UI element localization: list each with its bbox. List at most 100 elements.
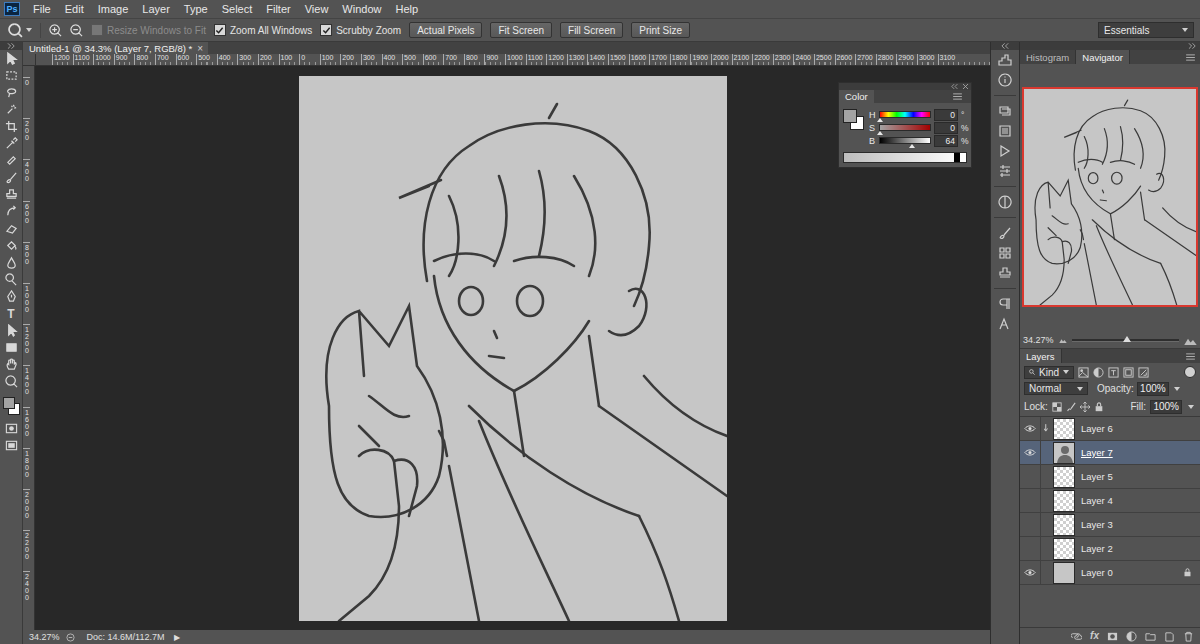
vertical-ruler[interactable]: 0200400600800100012001400160018002000220… <box>23 66 35 630</box>
panel-tab[interactable]: Navigator <box>1076 50 1130 64</box>
workspace-dropdown[interactable]: Essentials <box>1098 22 1194 38</box>
visibility-toggle[interactable] <box>1020 441 1041 464</box>
checkbox[interactable] <box>320 24 332 36</box>
tool-button[interactable] <box>0 356 22 373</box>
option-button[interactable]: Fit Screen <box>490 22 552 38</box>
visibility-toggle[interactable] <box>1020 465 1041 488</box>
channel-value-field[interactable]: 0 <box>934 109 958 121</box>
color-slider[interactable] <box>879 137 931 144</box>
tool-button[interactable] <box>0 118 22 135</box>
panel-button[interactable] <box>991 294 1019 314</box>
menu-item[interactable]: Image <box>91 3 136 15</box>
layer-name[interactable]: Layer 2 <box>1081 543 1113 554</box>
zoom-level[interactable]: 34.27% <box>29 632 60 642</box>
panel-button[interactable] <box>991 50 1019 70</box>
panel-menu-icon[interactable] <box>1186 353 1195 360</box>
zoom-out-icon[interactable] <box>70 24 83 37</box>
layer-row[interactable]: Layer 4 <box>1020 489 1200 513</box>
collapse-icon[interactable] <box>951 84 959 89</box>
panel-button[interactable] <box>991 141 1019 161</box>
layer-row[interactable]: Layer 5 <box>1020 465 1200 489</box>
panel-button[interactable] <box>991 314 1019 334</box>
panel-button[interactable] <box>991 121 1019 141</box>
horizontal-ruler[interactable]: 1200110010009008007006005004003002001000… <box>36 54 990 65</box>
opacity-slider-button[interactable] <box>1172 387 1182 391</box>
tool-button[interactable] <box>0 50 22 67</box>
document-tab[interactable]: Untitled-1 @ 34.3% (Layer 7, RGB/8) *× <box>23 42 208 54</box>
color-swatches[interactable] <box>0 394 22 418</box>
smart-object-filter-icon[interactable] <box>1138 367 1149 378</box>
layer-name[interactable]: Layer 7 <box>1081 447 1113 458</box>
panel-tab[interactable]: Layers <box>1020 349 1062 363</box>
tool-button[interactable] <box>0 373 22 390</box>
tool-button[interactable] <box>0 271 22 288</box>
lock-position-icon[interactable] <box>1080 402 1090 412</box>
tool-button[interactable] <box>0 186 22 203</box>
checkbox-option[interactable]: Zoom All Windows <box>214 24 312 36</box>
lock-pixels-icon[interactable] <box>1066 402 1076 412</box>
panel-button[interactable] <box>991 263 1019 283</box>
trash-icon[interactable] <box>1183 631 1194 642</box>
tool-button[interactable] <box>0 237 22 254</box>
new-layer-icon[interactable] <box>1164 631 1175 642</box>
navigator-preview[interactable] <box>1022 87 1198 307</box>
layer-row[interactable]: Layer 7 <box>1020 441 1200 465</box>
layer-row[interactable]: Layer 2 <box>1020 537 1200 561</box>
pixel-filter-icon[interactable] <box>1078 367 1089 378</box>
slider-thumb[interactable] <box>877 118 883 122</box>
panel-collapse-bar[interactable] <box>0 42 22 50</box>
layer-thumbnail[interactable] <box>1053 538 1075 560</box>
checkbox[interactable] <box>214 24 226 36</box>
layer-thumbnail[interactable] <box>1053 418 1075 440</box>
tool-button[interactable] <box>0 322 22 339</box>
color-slider[interactable] <box>879 124 931 131</box>
panel-button[interactable] <box>991 223 1019 243</box>
layer-row[interactable]: Layer 6 <box>1020 417 1200 441</box>
opacity-field[interactable]: 100% <box>1137 382 1169 396</box>
mask-icon[interactable] <box>1107 631 1118 642</box>
fill-field[interactable]: 100% <box>1150 400 1182 414</box>
zoom-field[interactable]: 34.27% <box>1023 335 1054 345</box>
color-ramp[interactable] <box>843 152 967 163</box>
color-tab[interactable]: Color <box>839 90 874 103</box>
canvas-area[interactable]: ColorH0°S0%B64% <box>35 66 990 630</box>
tool-button[interactable] <box>0 152 22 169</box>
channel-value-field[interactable]: 0 <box>934 122 958 134</box>
tool-preset-picker[interactable] <box>8 23 41 38</box>
layer-name[interactable]: Layer 3 <box>1081 519 1113 530</box>
status-menu-button[interactable]: ▶ <box>174 633 180 642</box>
tool-button[interactable] <box>0 288 22 305</box>
layer-thumbnail[interactable] <box>1053 466 1075 488</box>
panel-button[interactable] <box>991 192 1019 212</box>
visibility-toggle[interactable] <box>1020 561 1041 584</box>
tool-button[interactable] <box>0 254 22 271</box>
tool-button[interactable] <box>0 101 22 118</box>
option-button[interactable]: Print Size <box>631 22 690 38</box>
visibility-toggle[interactable] <box>1020 417 1041 440</box>
layer-thumbnail[interactable] <box>1053 490 1075 512</box>
filter-toggle[interactable] <box>1184 366 1196 378</box>
panel-button[interactable] <box>991 101 1019 121</box>
tool-button[interactable] <box>0 84 22 101</box>
share-icon[interactable] <box>66 633 75 642</box>
lock-transparency-icon[interactable] <box>1052 402 1062 412</box>
tool-button[interactable] <box>0 203 22 220</box>
folder-icon[interactable] <box>1145 631 1156 642</box>
zoom-slider[interactable] <box>1072 339 1179 342</box>
visibility-toggle[interactable] <box>1020 513 1041 536</box>
panel-menu-icon[interactable] <box>953 93 962 100</box>
document-canvas[interactable] <box>299 76 727 621</box>
panel-button[interactable] <box>991 243 1019 263</box>
ruler-origin[interactable] <box>23 54 36 65</box>
menu-item[interactable]: Help <box>388 3 425 15</box>
lock-all-icon[interactable] <box>1094 402 1104 412</box>
menu-item[interactable]: Select <box>215 3 260 15</box>
filter-type-dropdown[interactable]: Kind <box>1024 366 1074 379</box>
tool-button[interactable]: T <box>0 305 22 322</box>
panel-collapse-bar[interactable] <box>1020 42 1200 50</box>
layer-style-button[interactable]: fx <box>1090 631 1099 641</box>
link-icon[interactable] <box>1071 631 1082 642</box>
zoom-in-icon[interactable] <box>49 24 62 37</box>
layer-name[interactable]: Layer 4 <box>1081 495 1113 506</box>
panel-collapse-bar[interactable] <box>839 83 971 90</box>
